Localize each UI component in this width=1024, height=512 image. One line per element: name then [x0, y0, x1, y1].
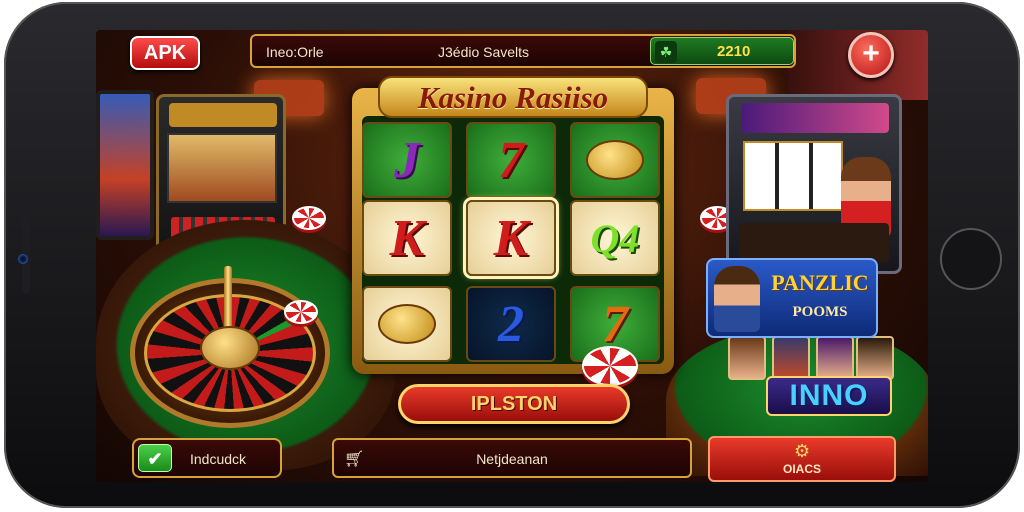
poker-chip-stack	[582, 346, 638, 386]
game-thumbnail[interactable]	[772, 336, 810, 380]
right-arcade-machine	[726, 94, 902, 274]
game-thumbnail[interactable]	[816, 336, 854, 380]
poker-chip	[284, 300, 318, 324]
check-icon: ✔	[138, 444, 172, 472]
reel-symbol: J	[362, 122, 452, 198]
roulette-hub	[200, 326, 260, 370]
reel-symbol: 2	[466, 286, 556, 362]
reel-symbol: K	[362, 200, 452, 276]
gold-symbol	[586, 140, 644, 180]
home-button[interactable]	[940, 228, 1002, 290]
reel-symbol	[362, 286, 452, 362]
game-screen: PANZLIC POOMS INNO J K 7 K 2 Q4 7 Kasino Rasii…	[96, 30, 928, 482]
poker-chip	[292, 206, 326, 230]
speaker-grille	[22, 202, 30, 294]
middle-action-button[interactable]: 🛒︎ Netjdeanan	[332, 438, 692, 478]
reel-symbol	[570, 122, 660, 198]
middle-action-label: Netjdeanan	[476, 451, 548, 467]
gold-symbol	[378, 304, 436, 344]
game-thumbnail[interactable]	[728, 336, 766, 380]
game-title: Kasino Rasiiso	[417, 80, 609, 115]
promo-card[interactable]: PANZLIC POOMS	[706, 258, 878, 338]
left-action-button[interactable]: ✔ Indcudck	[132, 438, 282, 478]
promo-avatar	[714, 266, 760, 332]
arcade-reels	[743, 141, 843, 211]
arcade-control-panel	[739, 223, 889, 263]
promo-badge[interactable]: INNO	[766, 376, 892, 416]
arcade-marquee	[741, 103, 889, 133]
plus-icon[interactable]: +	[848, 32, 894, 78]
leaf-icon: ☘	[655, 41, 677, 63]
promo-subtitle: POOMS	[792, 304, 848, 320]
slot-machine-banner	[169, 103, 277, 127]
spin-button[interactable]: IPLSTON	[398, 384, 630, 424]
coin-balance: 2210	[717, 43, 751, 60]
reel-symbol: 7	[466, 122, 556, 198]
promo-title: PANZLIC	[771, 270, 869, 295]
top-bar-center-text: J3édio Savelts	[438, 44, 530, 60]
top-status-bar: Ineo:Orle J3édio Savelts ☘ 2210	[250, 34, 796, 68]
right-action-button[interactable]: ⚙ OIACS	[708, 436, 896, 482]
background-slot-sign	[96, 90, 154, 240]
top-bar-left-text: Ineo:Orle	[266, 44, 324, 60]
right-action-label: OIACS	[782, 462, 821, 476]
slot-machine-display	[167, 133, 277, 203]
camera-dot	[18, 254, 28, 264]
left-action-label: Indcudck	[190, 451, 247, 467]
gear-icon: ⚙	[794, 441, 811, 461]
game-thumbnail[interactable]	[856, 336, 894, 380]
coin-balance-box[interactable]: ☘ 2210	[650, 37, 794, 65]
apk-button[interactable]: APK	[130, 36, 200, 70]
reel-symbol: K	[466, 200, 556, 276]
reel-symbol: Q4	[570, 200, 660, 276]
